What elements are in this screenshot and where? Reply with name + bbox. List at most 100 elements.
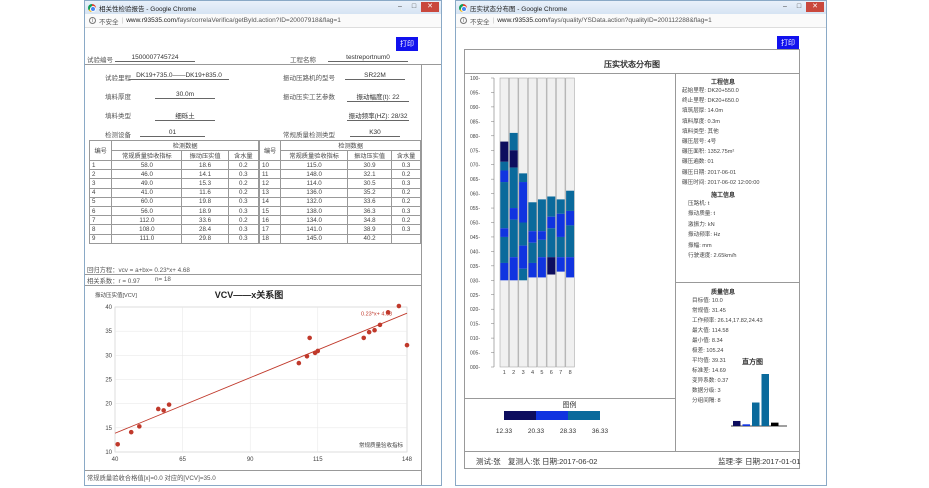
info-line: 压路机: t: [688, 201, 710, 207]
url-path[interactable]: /fays/correlaVerifica/getById.action?ID=…: [176, 17, 341, 24]
info-icon[interactable]: i: [89, 17, 96, 24]
minimize-button[interactable]: –: [778, 2, 792, 12]
y-tick-label: 20: [105, 402, 112, 408]
url-domain[interactable]: www.r93535.com: [497, 17, 547, 24]
maximize-button[interactable]: □: [407, 2, 421, 12]
histogram: [731, 374, 787, 427]
report-page: 打印 试验编号 1500007745724 工程名称 testreportnum…: [85, 29, 441, 485]
info-icon[interactable]: i: [460, 17, 467, 24]
conv-value: 134.0: [280, 215, 349, 226]
row-no: 8: [88, 224, 113, 235]
vcv-scatter-chart: VCV——x关系图 振动压实值[VCV] 常规质量验收指标 10 15 20 25 30 35 4…: [95, 289, 413, 463]
distribution-page: 打印 压实状态分布图 100- 095- 090- 085- 080- 075- 070- 0…: [456, 29, 826, 485]
compaction-segment: [509, 167, 518, 209]
conv-value: 115.0: [280, 159, 349, 171]
compaction-segment: [537, 257, 546, 278]
vcv-value: 18.6: [181, 159, 229, 171]
x-tick-label: 40: [112, 457, 119, 463]
legend-value: 12.33: [496, 428, 513, 435]
x-tick-label: 65: [179, 457, 186, 463]
y-tick-label: 005-: [470, 351, 480, 357]
roller-label: 振动压路机的型号: [283, 75, 335, 82]
row-no: 14: [258, 196, 282, 207]
data-point: [137, 424, 142, 429]
info-line: 碾压面积: 1352.75m²: [682, 149, 735, 156]
info-line: 目标值: 10.0: [692, 298, 723, 304]
compaction-segment: [547, 216, 556, 229]
y-tick-label: 020-: [470, 307, 480, 313]
compaction-distribution-window: 压实状态分布图 - Google Chrome – □ ✕ i 不安全 | ww…: [455, 0, 827, 486]
compaction-segment: [509, 208, 518, 220]
y-tick-label: 40: [105, 305, 112, 311]
table-row: 4 41.0 11.6 0.2: [88, 187, 260, 198]
row-no: 7: [88, 215, 113, 226]
water-value: 0.2: [391, 196, 421, 207]
process-label: 振动压实工艺参数: [283, 94, 335, 101]
vcv-value: 34.8: [347, 215, 393, 226]
histogram-bar: [752, 402, 760, 426]
info-line: 常规值: 31.45: [692, 308, 726, 314]
y-tick-label: 070-: [470, 163, 480, 169]
test-no-value: 1500007745724: [115, 54, 195, 62]
compaction-segment: [509, 257, 518, 281]
close-button[interactable]: ✕: [806, 2, 824, 12]
amplitude-value: 振动幅度(t): 22: [347, 91, 409, 102]
print-button[interactable]: 打印: [396, 37, 418, 51]
window-title-bar[interactable]: 相关性检验报告 - Google Chrome – □ ✕: [85, 1, 441, 14]
minimize-button[interactable]: –: [393, 2, 407, 12]
compaction-segment: [519, 268, 528, 281]
water-value: 0.2: [391, 169, 421, 180]
info-line: 行驶速度: 2.65km/h: [688, 253, 737, 259]
compaction-segment: [519, 173, 528, 183]
address-bar[interactable]: i 不安全 | www.r93535.com /fays/correlaVeri…: [85, 14, 441, 28]
url-path[interactable]: /fays/quality/YSData.action?qualityID=20…: [547, 17, 712, 24]
compaction-segment: [500, 236, 509, 263]
water-value: 0.3: [227, 196, 260, 207]
close-button[interactable]: ✕: [421, 2, 439, 12]
thickness-label: 填料厚度: [105, 94, 131, 101]
vcv-value: 15.3: [181, 178, 229, 189]
water-value: [391, 233, 421, 244]
frequency-value: 振动频率(HZ): 28/32: [347, 110, 409, 121]
row-no: 13: [258, 187, 282, 198]
data-point: [315, 348, 321, 354]
y-tick-label: 010-: [470, 336, 480, 342]
vcv-value: 14.1: [181, 169, 229, 180]
legend-value: 20.33: [528, 428, 545, 435]
compaction-segment: [556, 236, 565, 258]
lane-label: 5: [540, 370, 543, 376]
info-line: 碾压时间: 2017-06-02 12:00:00: [682, 179, 760, 186]
data-point: [404, 342, 410, 348]
table-row: 12 114.0 30.5 0.3: [258, 178, 421, 189]
table-row: 15 138.0 36.3 0.3: [258, 205, 421, 217]
water-value: 0.3: [391, 205, 421, 217]
url-domain[interactable]: www.r93535.com: [126, 17, 176, 24]
conv-type-value: K30: [350, 129, 400, 137]
window-title-bar[interactable]: 压实状态分布图 - Google Chrome – □ ✕: [456, 1, 826, 14]
row-no: 6: [88, 205, 113, 217]
row-no: 12: [258, 178, 282, 189]
col-no: 编号: [258, 140, 282, 161]
conv-value: 111.0: [111, 233, 183, 244]
maximize-button[interactable]: □: [792, 2, 806, 12]
water-value: 0.2: [227, 187, 260, 198]
data-point: [166, 402, 172, 407]
print-button[interactable]: 打印: [777, 36, 799, 50]
address-bar[interactable]: i 不安全 | www.r93535.com /fays/quality/YSD…: [456, 14, 826, 28]
x-axis-label: 常规质量验收指标: [359, 441, 404, 449]
table-row: 10 115.0 30.9 0.3: [258, 159, 421, 171]
legend-value: 36.33: [592, 428, 609, 435]
chrome-icon: [88, 3, 96, 12]
table-row: 9 111.0 29.8 0.3: [88, 233, 260, 244]
compaction-segment: [566, 257, 575, 278]
water-value: 0.2: [227, 159, 260, 171]
col-conv: 常规质量验收指标: [280, 150, 349, 161]
compaction-segment: [500, 141, 509, 162]
legend-swatch: [504, 411, 536, 420]
data-point: [115, 441, 121, 447]
histogram-bar: [733, 420, 741, 426]
water-value: 0.3: [391, 178, 421, 189]
regression-text: 回归方程：vcv = a+bx= 0.23*x+ 4.68: [87, 267, 190, 274]
correlation-text: 相关系数：r = 0.97: [87, 278, 141, 285]
y-tick-label: 000-: [470, 365, 480, 371]
